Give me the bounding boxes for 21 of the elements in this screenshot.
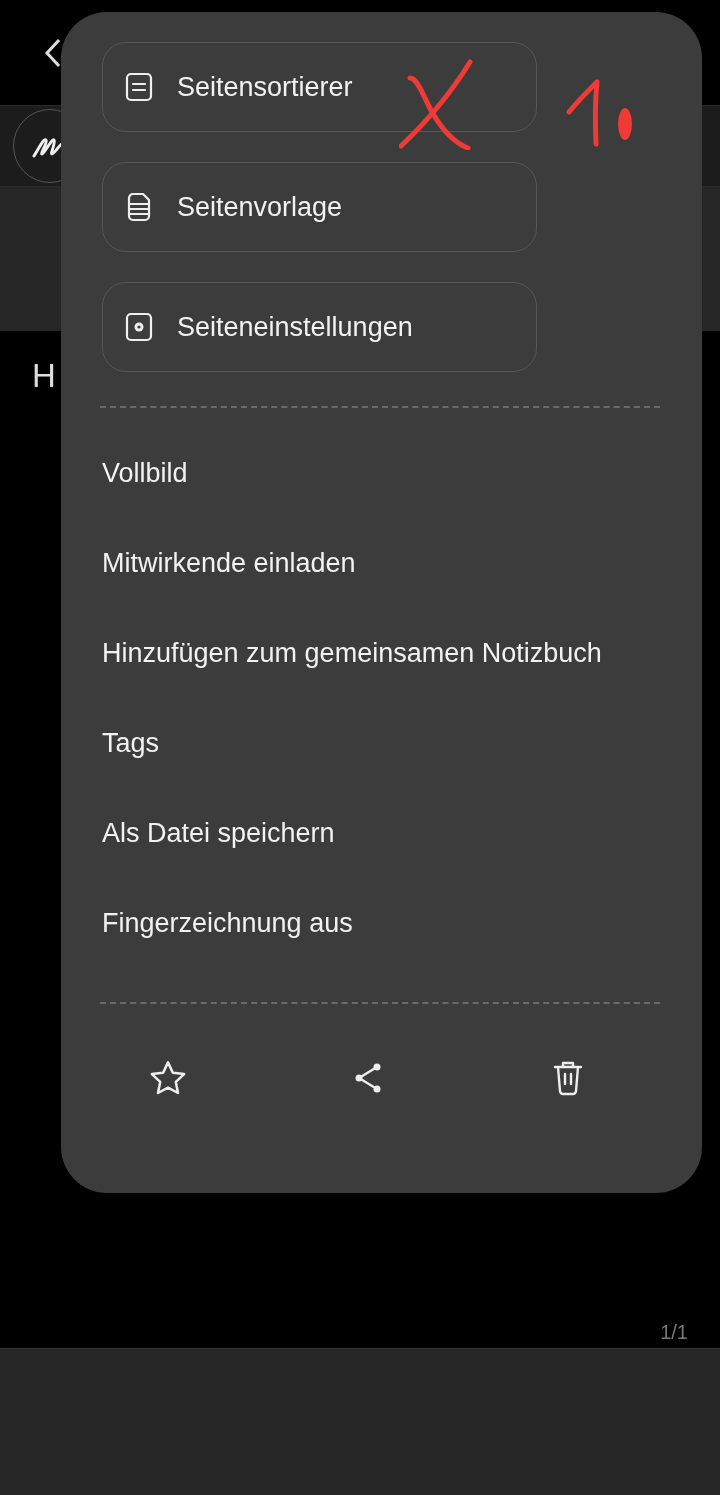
- menu-item[interactable]: Tags: [102, 698, 660, 788]
- delete-icon[interactable]: [552, 1060, 584, 1096]
- menu-button[interactable]: Seiteneinstellungen: [102, 282, 537, 372]
- button-label: Seitensortierer: [177, 71, 353, 103]
- back-icon[interactable]: [44, 36, 62, 69]
- document-icon: [125, 192, 153, 222]
- page-icon: [125, 72, 153, 102]
- button-label: Seitenvorlage: [177, 191, 343, 223]
- menu-button[interactable]: Seitensortierer: [102, 42, 537, 132]
- settings-icon: [125, 312, 153, 342]
- button-label: Seiteneinstellungen: [177, 311, 413, 343]
- menu-button[interactable]: Seitenvorlage: [102, 162, 537, 252]
- menu-item[interactable]: Vollbild: [102, 428, 660, 518]
- menu-item[interactable]: Fingerzeichnung aus: [102, 878, 660, 968]
- menu-item[interactable]: Hinzufügen zum gemeinsamen Notizbuch: [102, 608, 660, 698]
- share-icon[interactable]: [353, 1062, 383, 1094]
- menu-item[interactable]: Mitwirkende einladen: [102, 518, 660, 608]
- star-icon[interactable]: [149, 1060, 187, 1096]
- menu-item[interactable]: Als Datei speichern: [102, 788, 660, 878]
- note-text: H: [32, 357, 56, 395]
- page-indicator: 1/1: [660, 1321, 688, 1344]
